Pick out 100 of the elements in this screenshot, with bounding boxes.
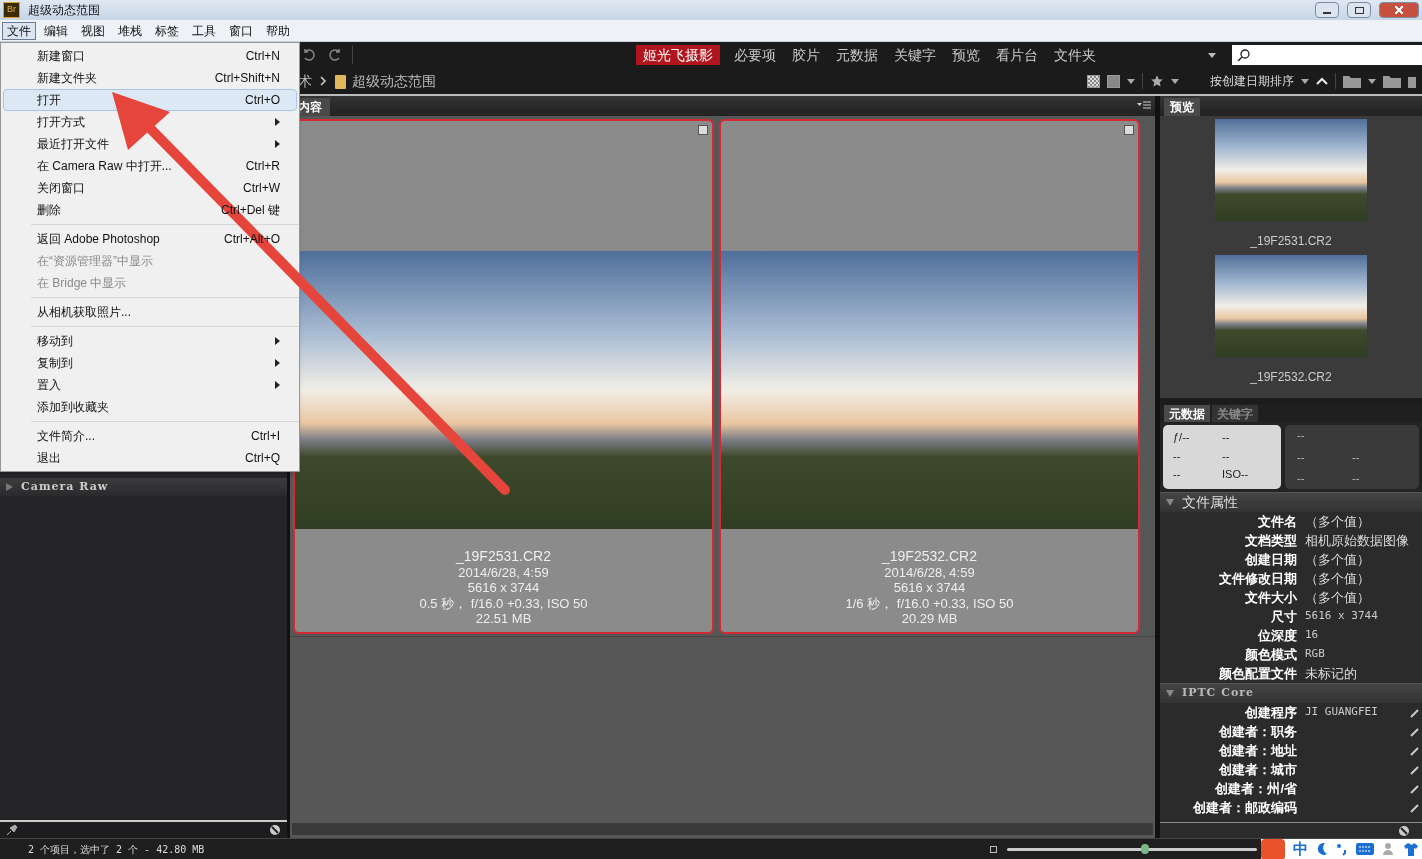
- metadata-section-header[interactable]: 文件属性: [1160, 492, 1422, 512]
- search-field[interactable]: [1232, 45, 1422, 65]
- pencil-icon[interactable]: [1410, 764, 1420, 775]
- metadata-label: 文件名: [1257, 512, 1297, 531]
- folder-icon[interactable]: [1383, 74, 1401, 88]
- redo-icon[interactable]: [328, 48, 342, 62]
- menu-bar-item[interactable]: 工具: [187, 21, 221, 40]
- metadata-label: 文件大小: [1244, 588, 1297, 607]
- metadata-label: 创建者：城市: [1218, 760, 1297, 779]
- grid-view-icon[interactable]: [1087, 74, 1100, 88]
- maximize-icon[interactable]: [1347, 2, 1371, 18]
- workspace-tab[interactable]: 文件夹: [1052, 44, 1098, 66]
- metadata-label: 文件修改日期: [1218, 569, 1297, 588]
- pencil-icon[interactable]: [1410, 802, 1420, 813]
- camera-data-value: --: [1297, 449, 1306, 465]
- pencil-icon[interactable]: [1410, 783, 1420, 794]
- no-entry-icon[interactable]: [1398, 824, 1410, 837]
- metadata-label: 创建者：邮政编码: [1192, 798, 1297, 817]
- breadcrumb-item[interactable]: 超级动态范围: [352, 70, 436, 92]
- panel-section-header[interactable]: Camera Raw: [0, 478, 287, 496]
- workspace-tab[interactable]: 必要项: [732, 44, 778, 66]
- file-date: 2014/6/28, 4:59: [458, 564, 549, 580]
- submenu-arrow-icon: [275, 140, 280, 148]
- metadata-section-header[interactable]: IPTC Core: [1160, 683, 1422, 703]
- disclosure-triangle-icon: [1166, 690, 1174, 697]
- file-name: _19F2531.CR2: [456, 549, 551, 565]
- submenu-arrow-icon: [275, 381, 280, 389]
- metadata-label: 位深度: [1256, 626, 1297, 645]
- stack-icon: [698, 125, 708, 135]
- pencil-icon[interactable]: [1410, 726, 1420, 737]
- workspace-tab[interactable]: 元数据: [834, 44, 880, 66]
- chevron-up-icon[interactable]: [1316, 77, 1328, 85]
- shirt-icon[interactable]: [1404, 842, 1418, 856]
- caret-icon[interactable]: [1127, 78, 1135, 84]
- panel-tab[interactable]: 预览: [1164, 98, 1200, 116]
- caret-icon[interactable]: [1368, 78, 1376, 84]
- metadata-label: 创建日期: [1244, 550, 1297, 569]
- menu-bar-item[interactable]: 视图: [76, 21, 110, 40]
- metadata-value: 5616 x 3744: [1305, 608, 1378, 625]
- zoom-slider[interactable]: [1007, 843, 1257, 855]
- trash-icon[interactable]: [1408, 74, 1416, 88]
- file-dimensions: 5616 x 3744: [893, 580, 966, 596]
- panel-menu-icon[interactable]: [1137, 101, 1151, 111]
- preview-file-name: _19F2531.CR2: [1250, 233, 1332, 249]
- app-logo: Br: [3, 2, 20, 18]
- menu-bar-item[interactable]: 帮助: [261, 21, 295, 40]
- file-size: 20.29 MB: [901, 611, 958, 627]
- status-text: 2 个项目，选中了 2 个 - 42.80 MB: [28, 842, 205, 857]
- menu-bar-item[interactable]: 窗口: [224, 21, 258, 40]
- menu-bar-item[interactable]: 堆栈: [113, 21, 147, 40]
- camera-data-value: --: [1173, 448, 1182, 464]
- panel-tab[interactable]: 元数据: [1164, 405, 1210, 422]
- ime-logo-icon: [1261, 838, 1285, 859]
- sort-dropdown[interactable]: 按创建日期排序: [1210, 72, 1294, 90]
- file-date: 2014/6/28, 4:59: [884, 564, 975, 580]
- workspace-tab[interactable]: 关键字: [892, 44, 938, 66]
- metadata-value: （多个值）: [1305, 512, 1370, 531]
- file-exposure: 0.5 秒， f/16.0 +0.33, ISO 50: [419, 595, 588, 611]
- caret-icon[interactable]: [1171, 78, 1179, 84]
- undo-icon[interactable]: [302, 48, 316, 62]
- preview-file-name: _19F2532.CR2: [1250, 369, 1332, 385]
- metadata-label: 颜色模式: [1244, 645, 1297, 664]
- breadcrumb-item[interactable]: 术: [298, 70, 312, 92]
- metadata-label: 创建者：州/省: [1214, 779, 1297, 798]
- metadata-label: 创建者：职务: [1218, 722, 1297, 741]
- workspace-tab[interactable]: 预览: [950, 44, 982, 66]
- metadata-value: 相机原始数据图像: [1305, 531, 1409, 550]
- pin-icon[interactable]: [6, 824, 18, 836]
- workspace-tab[interactable]: 姬光飞摄影: [636, 45, 720, 65]
- horizontal-scrollbar[interactable]: [292, 823, 1153, 835]
- panel-tab[interactable]: 关键字: [1212, 405, 1258, 422]
- minimize-icon[interactable]: [1315, 2, 1339, 18]
- caret-icon[interactable]: [1208, 52, 1216, 58]
- grid-view-icon[interactable]: [1107, 74, 1120, 88]
- menu-bar-item[interactable]: 文件: [2, 21, 36, 40]
- punctuation-icon[interactable]: [1336, 842, 1348, 856]
- close-icon[interactable]: [1379, 2, 1419, 18]
- menu-item[interactable]: 新建窗口 Ctrl+N: [3, 45, 297, 67]
- slider-thumb[interactable]: [1140, 844, 1149, 854]
- metadata-label: 创建程序: [1244, 703, 1297, 722]
- metadata-label: 颜色配置文件: [1218, 664, 1297, 683]
- ime-mode: 中: [1293, 838, 1308, 859]
- folder-icon[interactable]: [1343, 74, 1361, 88]
- menu-item[interactable]: 打开 Ctrl+O: [3, 89, 297, 111]
- disclosure-triangle-icon: [6, 483, 13, 491]
- pencil-icon[interactable]: [1410, 707, 1420, 718]
- file-dimensions: 5616 x 3744: [467, 580, 540, 596]
- menu-item[interactable]: 新建文件夹 Ctrl+Shift+N: [3, 67, 297, 89]
- submenu-arrow-icon: [275, 359, 280, 367]
- workspace-tab[interactable]: 看片台: [994, 44, 1040, 66]
- no-entry-icon[interactable]: [269, 824, 281, 836]
- moon-icon[interactable]: [1316, 842, 1328, 856]
- menu-bar-item[interactable]: 标签: [150, 21, 184, 40]
- star-icon[interactable]: [1150, 74, 1164, 88]
- menu-bar-item[interactable]: 编辑: [39, 21, 73, 40]
- workspace-tab[interactable]: 胶片: [790, 44, 822, 66]
- chevron-icon: [320, 76, 327, 86]
- pencil-icon[interactable]: [1410, 745, 1420, 756]
- caret-icon[interactable]: [1301, 78, 1309, 84]
- metadata-value: JI GUANGFEI: [1305, 704, 1378, 721]
